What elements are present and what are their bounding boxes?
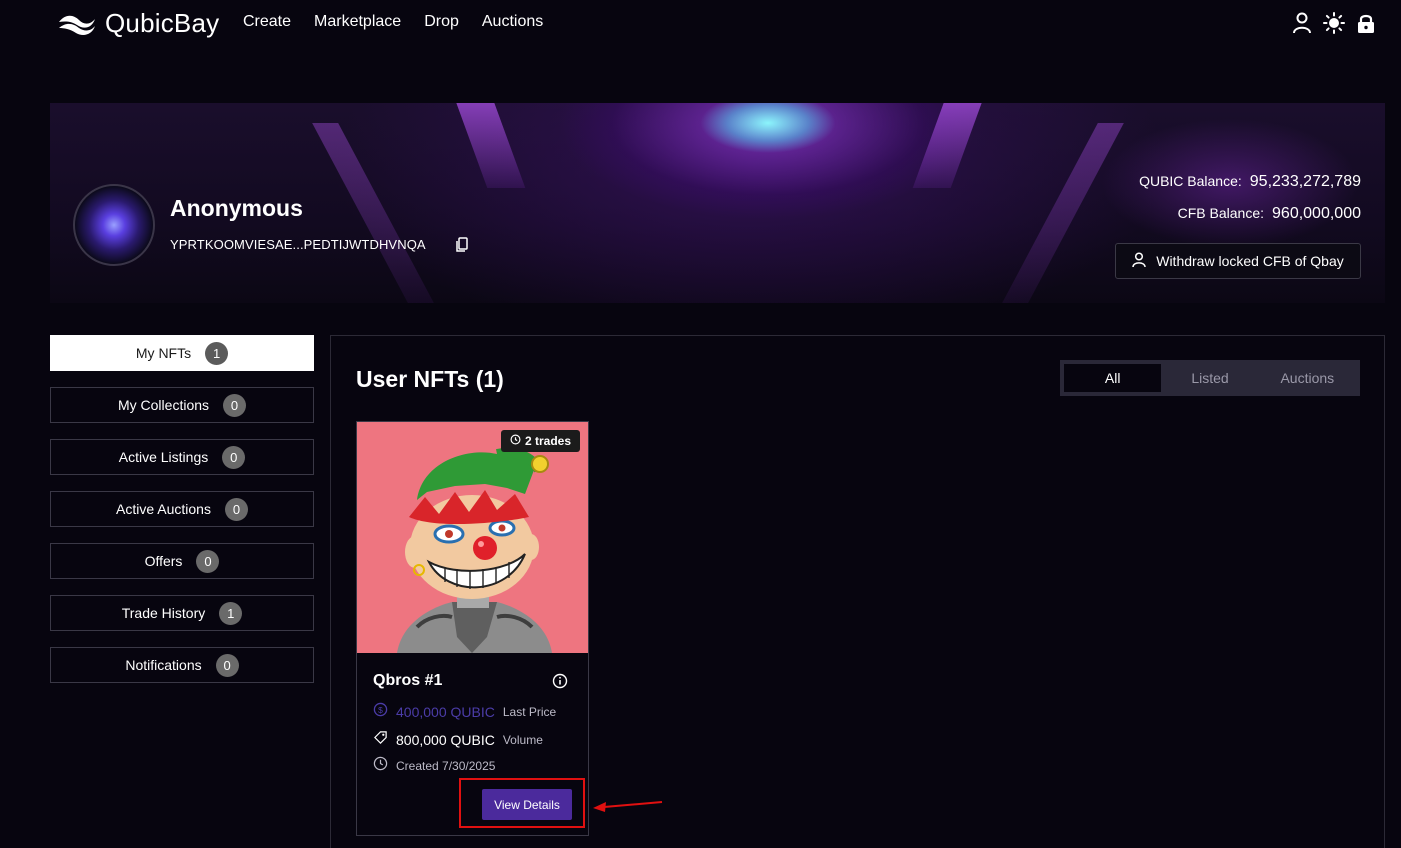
withdraw-cfb-button[interactable]: Withdraw locked CFB of Qbay (1115, 243, 1361, 279)
tag-icon (373, 730, 388, 750)
sidebar-item-my-collections[interactable]: My Collections 0 (50, 387, 314, 423)
nav-link-drop[interactable]: Drop (424, 13, 459, 31)
sidebar-item-label: Active Auctions (116, 501, 211, 517)
view-details-button[interactable]: View Details (482, 789, 572, 820)
copy-icon[interactable] (455, 237, 469, 253)
created-date: Created 7/30/2025 (396, 759, 496, 773)
last-price-row: $ 400,000 QUBIC Last Price (373, 702, 556, 722)
sidebar-item-offers[interactable]: Offers 0 (50, 543, 314, 579)
profile-name: Anonymous (170, 195, 303, 221)
count-badge: 0 (224, 497, 248, 521)
nav-links: Create Marketplace Drop Auctions (243, 13, 543, 31)
cfb-balance: CFB Balance: 960,000,000 (1178, 205, 1361, 223)
trades-count: 2 trades (524, 434, 571, 448)
coin-icon: $ (373, 702, 388, 722)
sidebar-item-label: Active Listings (118, 449, 209, 465)
lock-icon[interactable] (1355, 12, 1377, 34)
sidebar-item-my-nfts[interactable]: My NFTs 1 (50, 335, 314, 371)
sidebar-item-label: My Collections (117, 397, 210, 413)
cfb-balance-label: CFB Balance: (1177, 205, 1265, 221)
history-icon (510, 434, 521, 448)
trades-badge: 2 trades (500, 430, 580, 452)
user-nfts-panel: User NFTs (1) All Listed Auctions 2 trad… (330, 335, 1385, 848)
sidebar-item-active-auctions[interactable]: Active Auctions 0 (50, 491, 314, 527)
wallet-address: YPRTKOOMVIESAE...PEDTIJWTDHVNQA (170, 237, 426, 252)
nav-link-auctions[interactable]: Auctions (482, 13, 543, 31)
info-icon[interactable] (552, 673, 568, 689)
svg-text:$: $ (378, 705, 383, 715)
qubic-balance-value: 95,233,272,789 (1249, 173, 1361, 190)
count-badge: 0 (215, 653, 239, 677)
cfb-balance-value: 960,000,000 (1272, 205, 1361, 222)
volume-value: 800,000 QUBIC (396, 732, 495, 748)
sidebar-item-label: My NFTs (135, 345, 192, 361)
volume-label: Volume (502, 733, 543, 747)
clock-icon (373, 756, 388, 776)
withdraw-cfb-label: Withdraw locked CFB of Qbay (1156, 253, 1344, 269)
qubic-balance: QUBIC Balance: 95,233,272,789 (1139, 173, 1361, 191)
nft-card[interactable]: 2 trades Qbros #1 $ 400,000 QUBIC Last P… (356, 421, 589, 836)
count-badge: 0 (222, 445, 246, 469)
nft-title: Qbros #1 (373, 672, 443, 689)
filter-tabs: All Listed Auctions (1060, 360, 1360, 396)
nav-link-marketplace[interactable]: Marketplace (314, 13, 401, 31)
tab-all[interactable]: All (1064, 364, 1162, 392)
profile-avatar (73, 184, 155, 266)
brand-logo[interactable]: QubicBay (57, 8, 219, 39)
sidebar-item-trade-history[interactable]: Trade History 1 (50, 595, 314, 631)
count-badge: 0 (196, 549, 220, 573)
count-badge: 1 (205, 341, 229, 365)
user-icon[interactable] (1291, 12, 1313, 34)
sidebar-item-label: Offers (144, 553, 183, 569)
nav-icons (1291, 12, 1377, 34)
volume-row: 800,000 QUBIC Volume (373, 730, 543, 750)
sun-icon[interactable] (1323, 12, 1345, 34)
page-title: User NFTs (1) (356, 366, 504, 392)
last-price-value: 400,000 QUBIC (396, 704, 495, 720)
brand-name: QubicBay (105, 8, 220, 38)
nft-artwork (357, 422, 588, 653)
last-price-label: Last Price (502, 705, 557, 719)
top-nav: QubicBay Create Marketplace Drop Auction… (0, 0, 1401, 46)
sidebar-item-active-listings[interactable]: Active Listings 0 (50, 439, 314, 475)
banner-light-beam (1002, 123, 1124, 303)
banner-light-beam (452, 103, 526, 188)
wave-logo-icon (59, 15, 95, 35)
qubic-balance-label: QUBIC Balance: (1139, 173, 1242, 189)
banner-light-beam (312, 123, 434, 303)
annotation-arrow-icon (593, 801, 663, 812)
sidebar-item-label: Trade History (121, 605, 206, 621)
created-row: Created 7/30/2025 (373, 756, 495, 776)
tab-listed[interactable]: Listed (1161, 364, 1258, 392)
nft-image[interactable]: 2 trades (357, 422, 588, 653)
sidebar-item-notifications[interactable]: Notifications 0 (50, 647, 314, 683)
sidebar-item-label: Notifications (125, 657, 202, 673)
user-icon (1132, 251, 1146, 271)
count-badge: 1 (219, 601, 243, 625)
count-badge: 0 (223, 393, 247, 417)
banner-light-beam (912, 103, 986, 188)
nav-link-create[interactable]: Create (243, 13, 291, 31)
tab-auctions[interactable]: Auctions (1259, 364, 1356, 392)
